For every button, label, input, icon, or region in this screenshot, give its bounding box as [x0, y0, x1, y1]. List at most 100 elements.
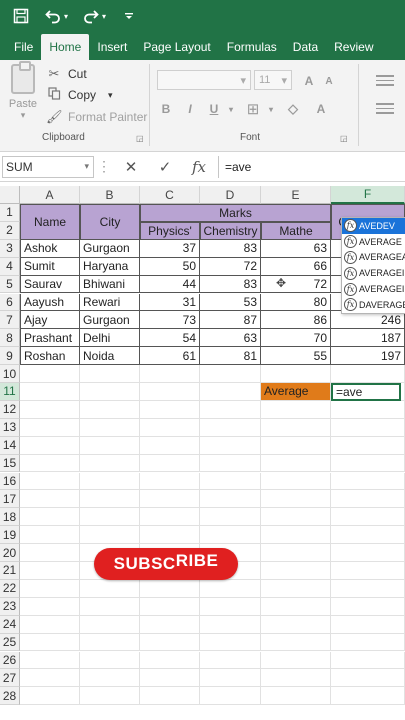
cell[interactable]	[261, 418, 331, 437]
row-header-19[interactable]: 19	[0, 526, 20, 545]
table-cell[interactable]: Roshan	[20, 347, 80, 366]
undo-icon[interactable]	[44, 7, 62, 25]
cell[interactable]	[20, 365, 80, 383]
table-cell[interactable]: 187	[331, 329, 405, 348]
table-cell[interactable]: Saurav	[20, 275, 80, 294]
row-header-18[interactable]: 18	[0, 508, 20, 527]
cell[interactable]	[261, 526, 331, 545]
clipboard-launcher-icon[interactable]: ◲	[136, 134, 144, 143]
cell[interactable]	[200, 615, 261, 634]
row-header-28[interactable]: 28	[0, 687, 20, 706]
undo-dropdown-icon[interactable]: ▾	[64, 12, 68, 21]
table-cell[interactable]: 54	[140, 329, 200, 348]
cell[interactable]	[331, 490, 405, 509]
cell[interactable]	[80, 490, 140, 509]
row-header-26[interactable]: 26	[0, 651, 20, 670]
cell[interactable]	[140, 526, 200, 545]
cell[interactable]	[80, 579, 140, 598]
autocomplete-item[interactable]: fx DAVERAGE	[342, 297, 405, 313]
cell[interactable]	[261, 597, 331, 616]
table-cell[interactable]: Sumit	[20, 257, 80, 276]
underline-button[interactable]: U	[205, 100, 223, 118]
table-cell[interactable]: 80	[261, 293, 331, 312]
cell[interactable]	[261, 651, 331, 670]
cell[interactable]	[140, 579, 200, 598]
cell[interactable]	[200, 651, 261, 670]
tab-data[interactable]: Data	[285, 34, 326, 60]
borders-icon[interactable]: ⊞	[244, 100, 262, 118]
font-size-box[interactable]: 11 ▾	[254, 70, 292, 90]
column-header-b[interactable]: B	[80, 186, 140, 204]
decrease-font-icon[interactable]: A	[320, 72, 338, 90]
cell[interactable]	[200, 687, 261, 706]
cell[interactable]	[200, 436, 261, 455]
active-cell-input[interactable]: =ave	[331, 383, 401, 401]
cell[interactable]	[331, 436, 405, 455]
autocomplete-item[interactable]: fx AVEDEV	[342, 218, 405, 234]
row-header-5[interactable]: 5	[0, 275, 20, 294]
cell[interactable]	[261, 562, 331, 580]
cell[interactable]	[20, 490, 80, 509]
cell[interactable]	[80, 615, 140, 634]
column-header-a[interactable]: A	[20, 186, 80, 204]
table-cell[interactable]: Bhiwani	[80, 275, 140, 294]
cut-button[interactable]: ✂ Cut	[46, 66, 87, 82]
row-header-11[interactable]: 11	[0, 383, 20, 401]
table-cell[interactable]: Delhi	[80, 329, 140, 348]
cell[interactable]	[200, 418, 261, 437]
cell[interactable]	[80, 526, 140, 545]
row-header-8[interactable]: 8	[0, 329, 20, 348]
cell[interactable]	[331, 526, 405, 545]
chevron-down-icon[interactable]: ▾	[222, 100, 240, 118]
column-header-c[interactable]: C	[140, 186, 200, 204]
cell[interactable]	[261, 436, 331, 455]
row-header-21[interactable]: 21	[0, 562, 20, 580]
table-cell[interactable]: Gurgaon	[80, 311, 140, 330]
table-cell[interactable]: 66	[261, 257, 331, 276]
cancel-icon[interactable]: ✕	[114, 158, 148, 176]
autocomplete-item[interactable]: fx AVERAGEIF	[342, 265, 405, 281]
row-header-27[interactable]: 27	[0, 669, 20, 688]
cell[interactable]	[261, 615, 331, 634]
cell[interactable]	[80, 454, 140, 473]
row-header-23[interactable]: 23	[0, 597, 20, 616]
cell[interactable]	[200, 472, 261, 491]
tab-insert[interactable]: Insert	[89, 34, 135, 60]
cell[interactable]	[20, 562, 80, 580]
cell[interactable]	[261, 400, 331, 419]
cell[interactable]	[20, 544, 80, 562]
increase-font-icon[interactable]: A	[300, 72, 318, 90]
cell[interactable]	[140, 490, 200, 509]
cell[interactable]	[331, 454, 405, 473]
table-cell[interactable]: 83	[200, 275, 261, 294]
row-header-9[interactable]: 9	[0, 347, 20, 366]
cell[interactable]	[20, 472, 80, 491]
cell[interactable]	[261, 544, 331, 562]
row-header-16[interactable]: 16	[0, 472, 20, 491]
cell[interactable]	[140, 508, 200, 527]
cell[interactable]	[261, 472, 331, 491]
row-header-17[interactable]: 17	[0, 490, 20, 509]
formula-input[interactable]: =ave	[218, 155, 405, 178]
table-cell[interactable]: Ashok	[20, 239, 80, 258]
cell[interactable]	[331, 508, 405, 527]
bold-button[interactable]: B	[157, 100, 175, 118]
cell[interactable]	[331, 615, 405, 634]
table-cell[interactable]: Prashant	[20, 329, 80, 348]
cell[interactable]	[20, 436, 80, 455]
table-cell[interactable]: 87	[200, 311, 261, 330]
chevron-down-icon[interactable]: ▾	[262, 100, 280, 118]
cell[interactable]	[331, 544, 405, 562]
cell[interactable]	[200, 579, 261, 598]
cell[interactable]	[80, 418, 140, 437]
table-cell[interactable]: 61	[140, 347, 200, 366]
row-header-4[interactable]: 4	[0, 257, 20, 276]
cell[interactable]	[140, 418, 200, 437]
autocomplete-item[interactable]: fx AVERAGE	[342, 234, 405, 250]
italic-button[interactable]: I	[181, 100, 199, 118]
cell[interactable]	[20, 400, 80, 419]
cell[interactable]	[331, 418, 405, 437]
cell[interactable]	[140, 597, 200, 616]
cell[interactable]	[20, 597, 80, 616]
cell[interactable]	[331, 365, 405, 383]
